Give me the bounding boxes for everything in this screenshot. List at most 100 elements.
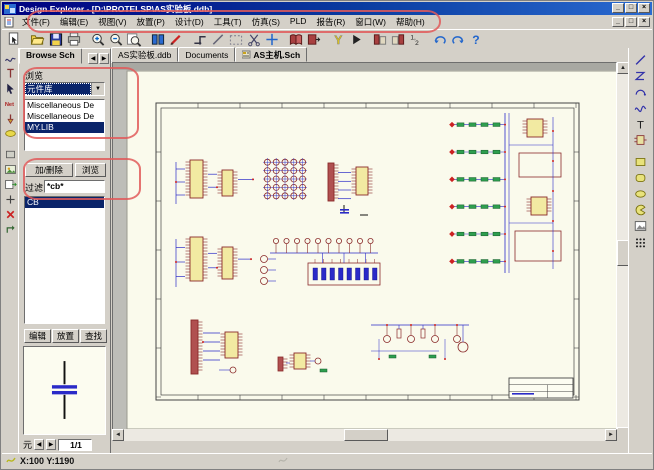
tab-browse-sch[interactable]: Browse Sch: [19, 48, 82, 64]
restore-button[interactable]: □: [625, 3, 637, 13]
menu-item-0[interactable]: 文件(F): [17, 15, 55, 30]
zoom-in-icon[interactable]: [90, 32, 106, 47]
edit-pen-icon[interactable]: [168, 32, 184, 47]
child-close-button[interactable]: ×: [638, 17, 650, 27]
horizontal-scroll-thumb[interactable]: [344, 429, 388, 441]
delete-icon[interactable]: [4, 208, 17, 221]
menu-item-7[interactable]: PLD: [285, 15, 312, 30]
dashed-rect-icon[interactable]: [228, 32, 244, 47]
rect-tool-icon[interactable]: [633, 155, 648, 169]
wire-icon[interactable]: [4, 52, 17, 65]
capacitor-symbol: [52, 361, 77, 419]
zoom-out-icon[interactable]: [108, 32, 124, 47]
pie-icon[interactable]: [633, 203, 648, 217]
part-next-button[interactable]: ▶: [46, 439, 56, 450]
menu-item-9[interactable]: 窗口(W): [350, 15, 391, 30]
annotate-icon[interactable]: 1,2: [408, 32, 424, 47]
open-icon[interactable]: [30, 32, 46, 47]
bezier-icon[interactable]: [633, 101, 648, 115]
minimize-button[interactable]: _: [612, 3, 624, 13]
menu-bar: 文件(F)编辑(E)视图(V)放置(P)设计(D)工具(T)仿真(S)PLD报告…: [2, 15, 652, 29]
rotate-icon[interactable]: [4, 223, 17, 236]
panel-tab-next-button[interactable]: ▶: [99, 53, 109, 64]
cursor-icon[interactable]: [4, 82, 17, 95]
round-rect-icon[interactable]: [633, 171, 648, 185]
image-icon[interactable]: [4, 163, 17, 176]
close-button[interactable]: ×: [638, 3, 650, 13]
filter-icon[interactable]: Y: [330, 32, 346, 47]
book-open-icon[interactable]: [288, 32, 304, 47]
move-icon[interactable]: [264, 32, 280, 47]
menu-item-4[interactable]: 设计(D): [170, 15, 209, 30]
list-item[interactable]: Miscellaneous De: [25, 111, 104, 122]
menu-item-2[interactable]: 视图(V): [93, 15, 131, 30]
browse-mode-value: 元件库: [25, 83, 91, 95]
cross-icon[interactable]: [4, 193, 17, 206]
add-remove-library-button[interactable]: 加/删除: [25, 163, 73, 177]
no-erc-icon[interactable]: [4, 127, 17, 140]
bus-entry-icon[interactable]: [4, 67, 17, 80]
chevron-down-icon[interactable]: ▼: [91, 83, 104, 95]
doc-tab-2[interactable]: AS主机.Sch: [235, 47, 307, 62]
menu-item-10[interactable]: 帮助(H): [391, 15, 430, 30]
menu-item-6[interactable]: 仿真(S): [247, 15, 285, 30]
toolbar-separator: [365, 32, 371, 46]
scroll-right-icon[interactable]: ►: [605, 429, 617, 441]
scroll-left-icon[interactable]: ◄: [112, 429, 124, 441]
graphic-icon[interactable]: [633, 219, 648, 233]
browse-components-icon[interactable]: [150, 32, 166, 47]
menu-item-3[interactable]: 放置(P): [132, 15, 170, 30]
edit-component-button[interactable]: 编辑: [24, 329, 51, 343]
part-icon[interactable]: [633, 133, 648, 147]
panel-tab-prev-button[interactable]: ◀: [88, 53, 98, 64]
svg-text:Net: Net: [4, 102, 13, 108]
lib-a-icon[interactable]: [372, 32, 388, 47]
schematic-cluster-matrix: [263, 158, 307, 200]
net-label-icon[interactable]: Net: [4, 97, 17, 110]
rect-icon[interactable]: [4, 148, 17, 161]
arc-icon[interactable]: [633, 85, 648, 99]
book-next-icon[interactable]: [306, 32, 322, 47]
redo-icon[interactable]: [450, 32, 466, 47]
print-icon[interactable]: [66, 32, 82, 47]
schematic-canvas[interactable]: [112, 62, 617, 439]
ellipse-icon[interactable]: [633, 187, 648, 201]
list-item[interactable]: MY.LIB: [25, 122, 104, 133]
lib-b-icon[interactable]: [390, 32, 406, 47]
help-icon[interactable]: ?: [468, 32, 484, 47]
component-list[interactable]: CB: [24, 196, 105, 324]
browse-mode-dropdown[interactable]: 元件库 ▼: [24, 82, 105, 96]
run-icon[interactable]: [348, 32, 364, 47]
library-list[interactable]: Miscellaneous DeMiscellaneous DeMY.LIB: [24, 99, 105, 151]
save-icon[interactable]: [48, 32, 64, 47]
doc-tab-0[interactable]: AS实验板.ddb: [111, 47, 178, 62]
app-icon: [4, 4, 16, 14]
menu-item-5[interactable]: 工具(T): [209, 15, 247, 30]
cut-icon[interactable]: [246, 32, 262, 47]
port-icon[interactable]: [4, 112, 17, 125]
line-icon[interactable]: [210, 32, 226, 47]
doc-tab-1[interactable]: Documents: [178, 47, 235, 62]
browse-library-button[interactable]: 浏览: [75, 163, 106, 177]
menu-item-8[interactable]: 报告(R): [311, 15, 350, 30]
text-icon[interactable]: T: [633, 117, 648, 131]
wire-cross-icon[interactable]: [192, 32, 208, 47]
list-item[interactable]: CB: [25, 197, 104, 208]
part-prev-button[interactable]: ◀: [34, 439, 44, 450]
horizontal-scrollbar[interactable]: ◄ ►: [112, 429, 617, 441]
filter-input[interactable]: *cb*: [44, 180, 105, 193]
undo-icon[interactable]: [432, 32, 448, 47]
array-icon[interactable]: [633, 235, 648, 249]
place-component-button[interactable]: 放置: [52, 329, 79, 343]
line-tool-icon[interactable]: [633, 53, 648, 67]
sheet-symbol-icon[interactable]: [4, 178, 17, 191]
menu-item-1[interactable]: 编辑(E): [55, 15, 93, 30]
child-minimize-button[interactable]: _: [612, 17, 624, 27]
child-restore-button[interactable]: □: [625, 17, 637, 27]
find-component-button[interactable]: 查找: [80, 329, 107, 343]
doc-pointer-icon[interactable]: [6, 32, 22, 47]
document-icon[interactable]: [4, 17, 15, 28]
list-item[interactable]: Miscellaneous De: [25, 100, 104, 111]
zoom-all-icon[interactable]: [126, 32, 142, 47]
polyline-icon[interactable]: [633, 69, 648, 83]
